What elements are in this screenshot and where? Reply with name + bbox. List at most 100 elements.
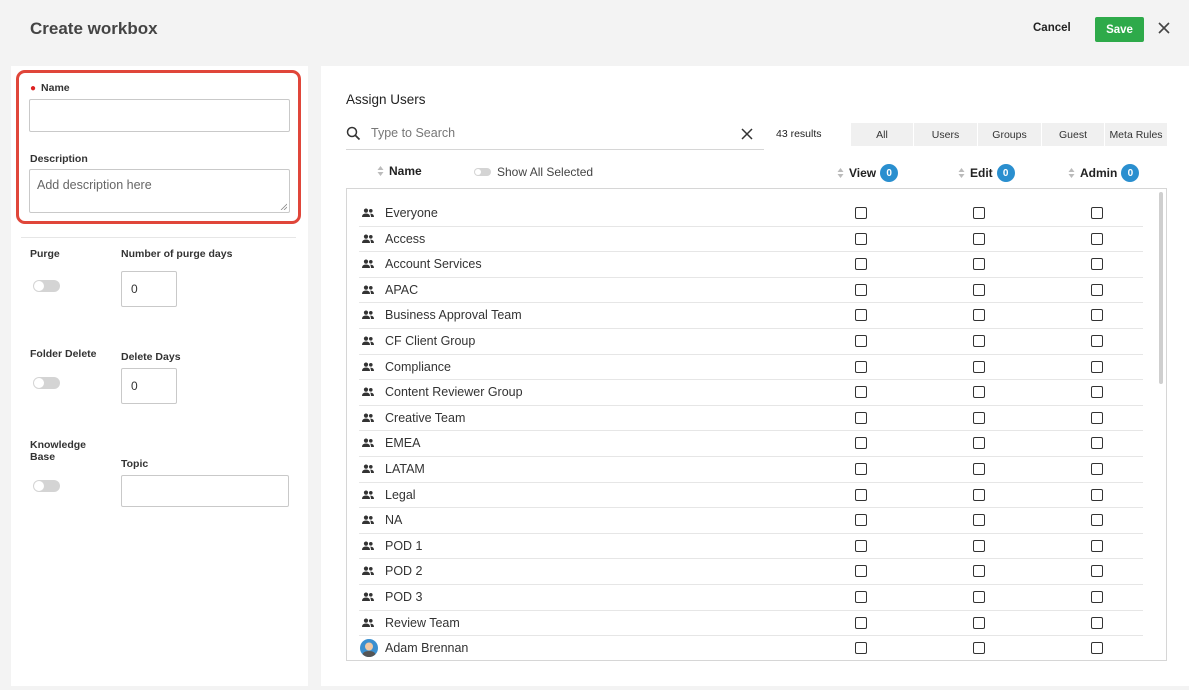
view-checkbox[interactable] <box>855 616 867 629</box>
edit-checkbox[interactable] <box>973 488 985 501</box>
group-icon <box>362 387 374 397</box>
topic-label: Topic <box>121 458 149 470</box>
admin-checkbox[interactable] <box>1091 591 1103 603</box>
group-icon <box>362 515 374 525</box>
name-input[interactable] <box>29 99 290 132</box>
column-edit[interactable]: Edit 0 <box>958 164 1015 182</box>
column-admin[interactable]: Admin 0 <box>1068 164 1140 182</box>
filter-users[interactable]: Users <box>913 123 977 146</box>
table-row: Business Approval Team <box>359 303 1143 329</box>
sort-icon <box>958 168 965 178</box>
description-field[interactable]: Add description here <box>29 169 290 213</box>
admin-checkbox[interactable] <box>1091 514 1103 527</box>
row-label: Account Services <box>385 257 482 272</box>
admin-checkbox[interactable] <box>1091 283 1103 296</box>
view-checkbox[interactable] <box>855 488 867 501</box>
edit-checkbox[interactable] <box>973 616 985 629</box>
edit-checkbox[interactable] <box>973 360 985 373</box>
show-all-selected-label: Show All Selected <box>497 165 594 179</box>
edit-checkbox[interactable] <box>973 258 985 271</box>
edit-checkbox[interactable] <box>973 463 985 475</box>
view-checkbox[interactable] <box>855 514 867 527</box>
search-input[interactable] <box>371 126 731 140</box>
purge-days-input[interactable] <box>121 271 177 307</box>
edit-checkbox[interactable] <box>973 207 985 219</box>
edit-checkbox[interactable] <box>973 309 985 322</box>
show-all-selected-toggle[interactable]: Show All Selected <box>474 165 593 179</box>
admin-checkbox[interactable] <box>1091 232 1103 245</box>
admin-checkbox[interactable] <box>1091 463 1103 475</box>
view-checkbox[interactable] <box>855 386 867 399</box>
close-icon[interactable] <box>1157 21 1171 35</box>
scrollbar[interactable] <box>1159 192 1163 384</box>
topic-input[interactable] <box>121 475 289 507</box>
filter-guest[interactable]: Guest <box>1041 123 1104 146</box>
cancel-button[interactable]: Cancel <box>1033 22 1071 34</box>
column-view[interactable]: View 0 <box>837 164 899 182</box>
row-label: Creative Team <box>385 410 466 425</box>
view-checkbox[interactable] <box>855 437 867 450</box>
view-checkbox[interactable] <box>855 411 867 424</box>
edit-checkbox[interactable] <box>973 335 985 347</box>
admin-checkbox[interactable] <box>1091 565 1103 578</box>
edit-checkbox[interactable] <box>973 386 985 399</box>
delete-days-input[interactable] <box>121 368 177 404</box>
view-checkbox[interactable] <box>855 232 867 245</box>
admin-checkbox[interactable] <box>1091 437 1103 450</box>
view-checkbox[interactable] <box>855 335 867 347</box>
filter-meta-rules[interactable]: Meta Rules <box>1104 123 1167 146</box>
row-label: POD 1 <box>385 538 423 553</box>
view-checkbox[interactable] <box>855 283 867 296</box>
row-label: Everyone <box>385 206 438 220</box>
edit-checkbox[interactable] <box>973 539 985 552</box>
admin-checkbox[interactable] <box>1091 539 1103 552</box>
row-label: Legal <box>385 487 416 502</box>
folder-delete-toggle[interactable] <box>33 377 60 389</box>
admin-checkbox[interactable] <box>1091 642 1103 655</box>
admin-checkbox[interactable] <box>1091 411 1103 424</box>
admin-checkbox[interactable] <box>1091 207 1103 219</box>
admin-checkbox[interactable] <box>1091 360 1103 373</box>
admin-checkbox[interactable] <box>1091 258 1103 271</box>
admin-checkbox[interactable] <box>1091 309 1103 322</box>
table-row: Content Reviewer Group <box>359 380 1143 406</box>
group-icon <box>362 285 374 294</box>
knowledge-base-toggle[interactable] <box>33 480 60 492</box>
save-button[interactable]: Save <box>1095 17 1144 42</box>
view-checkbox[interactable] <box>855 591 867 603</box>
purge-toggle[interactable] <box>33 280 60 292</box>
row-label: Review Team <box>385 615 460 630</box>
view-count-badge: 0 <box>880 164 899 182</box>
filter-groups[interactable]: Groups <box>977 123 1041 146</box>
filter-all[interactable]: All <box>851 123 913 146</box>
admin-checkbox[interactable] <box>1091 488 1103 501</box>
view-checkbox[interactable] <box>855 463 867 475</box>
view-checkbox[interactable] <box>855 360 867 373</box>
group-icon <box>362 490 374 499</box>
edit-checkbox[interactable] <box>973 565 985 578</box>
edit-checkbox[interactable] <box>973 232 985 245</box>
view-checkbox[interactable] <box>855 207 867 219</box>
view-checkbox[interactable] <box>855 565 867 578</box>
edit-checkbox[interactable] <box>973 642 985 655</box>
clear-search-icon[interactable] <box>740 127 754 141</box>
assign-users-title: Assign Users <box>346 92 426 107</box>
edit-checkbox[interactable] <box>973 514 985 527</box>
view-checkbox[interactable] <box>855 258 867 271</box>
view-checkbox[interactable] <box>855 309 867 322</box>
admin-checkbox[interactable] <box>1091 386 1103 399</box>
column-name[interactable]: Name <box>377 164 422 178</box>
admin-checkbox[interactable] <box>1091 616 1103 629</box>
edit-checkbox[interactable] <box>973 283 985 296</box>
edit-checkbox[interactable] <box>973 411 985 424</box>
column-view-label: View <box>849 166 877 180</box>
view-checkbox[interactable] <box>855 539 867 552</box>
resize-handle-icon[interactable] <box>280 203 287 210</box>
row-label: Business Approval Team <box>385 308 522 323</box>
knowledge-base-label: Knowledge Base <box>30 439 87 463</box>
view-checkbox[interactable] <box>855 642 867 655</box>
table-row: POD 2 <box>359 559 1143 585</box>
admin-checkbox[interactable] <box>1091 335 1103 347</box>
edit-checkbox[interactable] <box>973 591 985 603</box>
edit-checkbox[interactable] <box>973 437 985 450</box>
